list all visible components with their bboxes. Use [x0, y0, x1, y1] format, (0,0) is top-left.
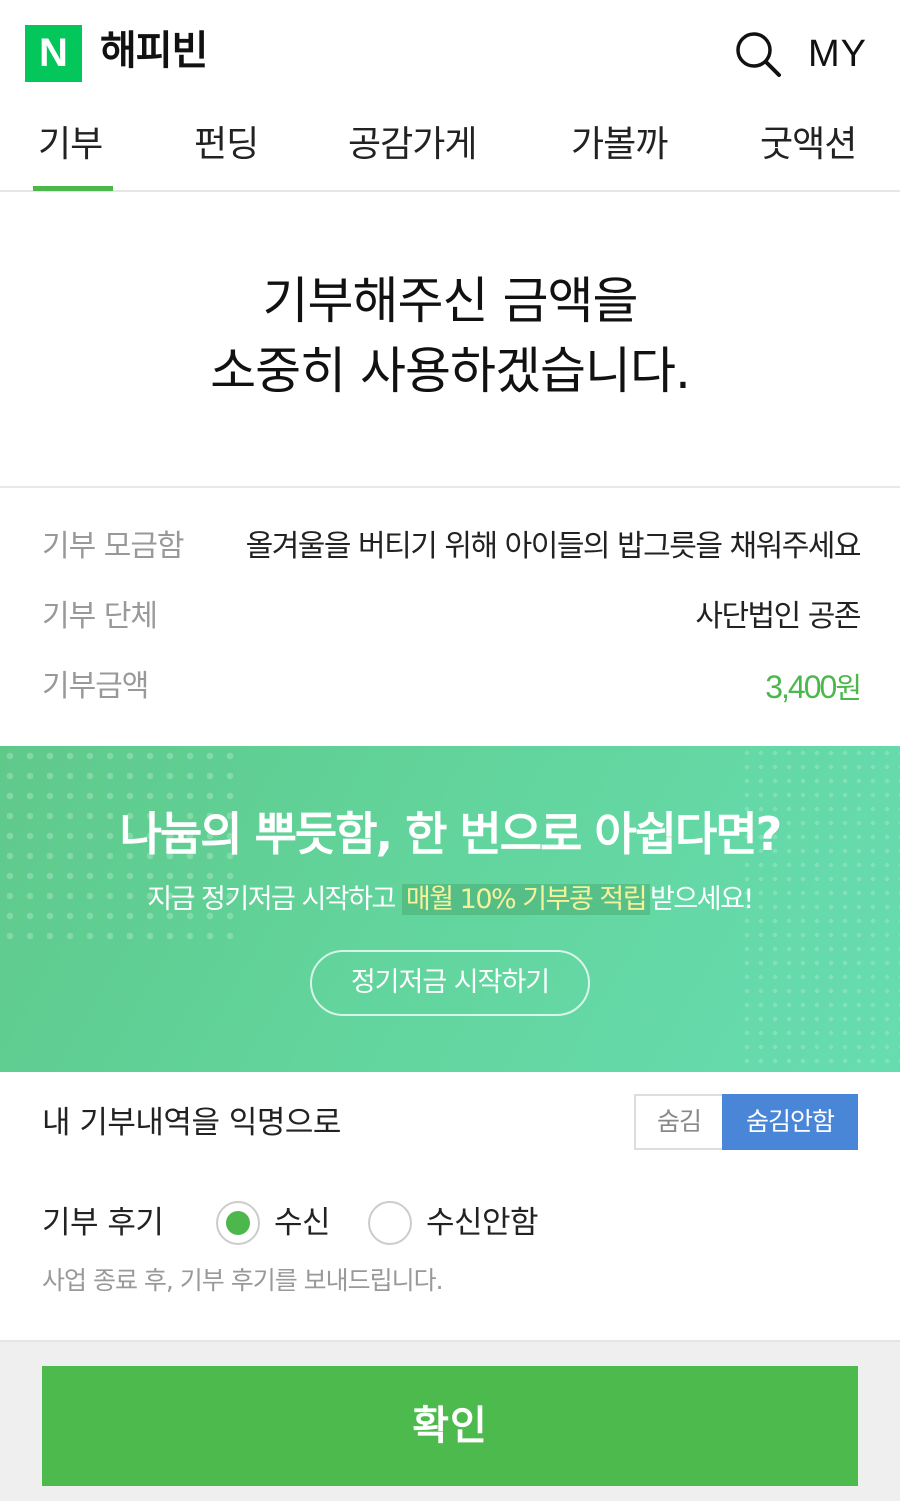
fund-value: 올겨울을 버티기 위해 아이들의 밥그릇을 채워주세요	[245, 529, 862, 564]
tab-go-visit[interactable]: 가볼까	[571, 120, 668, 170]
start-regular-savings-button[interactable]: 정기저금 시작하기	[310, 950, 590, 1016]
amount-label: 기부금액	[42, 669, 149, 704]
category-tabs: 기부 펀딩 공감가게 가볼까 굿액션	[0, 104, 900, 192]
org-value: 사단법인 공존	[695, 599, 861, 634]
anonymous-show-option[interactable]: 숨김안함	[722, 1094, 858, 1150]
review-decline-radio[interactable]	[368, 1201, 412, 1245]
banner-sub-suffix: 받으세요!	[650, 884, 754, 915]
naver-logo[interactable]: N	[25, 25, 82, 82]
banner-subtitle: 지금 정기저금 시작하고 매월 10% 기부콩 적립 받으세요!	[0, 878, 900, 922]
banner-title: 나눔의 뿌듯함, 한 번으로 아쉽다면?	[119, 807, 783, 861]
org-label: 기부 단체	[42, 599, 158, 634]
amount-number: 3,400	[765, 669, 837, 705]
review-receive-radio[interactable]	[216, 1201, 260, 1245]
tab-funding[interactable]: 펀딩	[194, 120, 259, 170]
regular-savings-banner[interactable]: 나눔의 뿌듯함, 한 번으로 아쉽다면? 지금 정기저금 시작하고 매월 10%…	[0, 746, 900, 1072]
banner-sub-highlight: 매월 10% 기부콩 적립	[401, 884, 651, 915]
amount-unit: 원	[835, 671, 862, 705]
review-label: 기부 후기	[42, 1205, 164, 1241]
anonymous-label: 내 기부내역을 익명으로	[42, 1105, 341, 1141]
hero-line-2: 소중히 사용하겠습니다.	[210, 342, 691, 400]
thank-you-message: 기부해주신 금액을 소중히 사용하겠습니다.	[0, 192, 900, 486]
anonymous-hide-option[interactable]: 숨김	[634, 1094, 722, 1150]
tab-empathy-store[interactable]: 공감가게	[348, 120, 477, 170]
footer-bar: 확인	[0, 1340, 900, 1501]
review-receive-label[interactable]: 수신	[274, 1198, 331, 1248]
info-row-amount: 기부금액 3,400원	[42, 662, 862, 713]
app-header: N 해피빈 MY	[0, 0, 900, 104]
search-icon[interactable]	[732, 28, 784, 80]
brand-title[interactable]: 해피빈	[100, 24, 208, 78]
banner-sub-prefix: 지금 정기저금 시작하고	[147, 884, 402, 915]
review-decline-label[interactable]: 수신안함	[426, 1198, 539, 1248]
review-note: 사업 종료 후, 기부 후기를 보내드립니다.	[42, 1266, 444, 1295]
tab-good-action[interactable]: 굿액션	[760, 120, 857, 170]
my-button[interactable]: MY	[808, 30, 867, 78]
amount-value: 3,400원	[765, 662, 862, 713]
divider	[0, 486, 900, 488]
fund-label: 기부 모금함	[42, 529, 185, 564]
confirm-button[interactable]: 확인	[42, 1366, 858, 1486]
info-row-org: 기부 단체 사단법인 공존	[42, 592, 861, 642]
info-row-fund: 기부 모금함 올겨울을 버티기 위해 아이들의 밥그릇을 채워주세요	[42, 522, 862, 572]
tab-donate[interactable]: 기부	[38, 120, 103, 170]
hero-line-1: 기부해주신 금액을	[262, 272, 639, 330]
active-tab-indicator	[33, 186, 113, 191]
